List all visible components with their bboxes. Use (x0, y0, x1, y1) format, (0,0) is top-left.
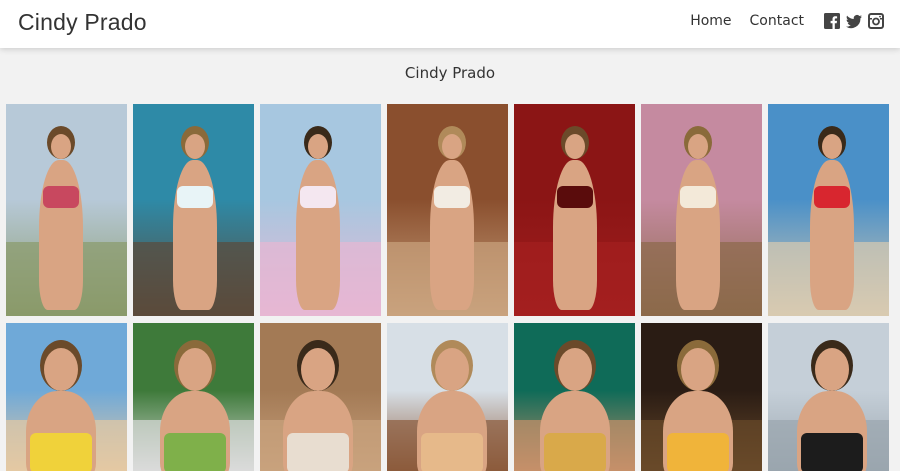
model-head (688, 134, 708, 159)
model-head (178, 348, 212, 391)
photo-row (6, 323, 889, 471)
model-head (681, 348, 715, 391)
gallery-photo[interactable] (641, 104, 762, 316)
model-outfit (421, 433, 483, 471)
model-outfit (680, 186, 716, 208)
model-outfit (667, 433, 729, 471)
twitter-icon[interactable] (846, 13, 862, 29)
model-head (565, 134, 585, 159)
model-figure (676, 160, 720, 310)
model-outfit (814, 186, 850, 208)
gallery-photo[interactable] (768, 323, 889, 471)
model-figure (173, 160, 217, 310)
model-outfit (434, 186, 470, 208)
model-outfit (300, 186, 336, 208)
model-outfit (43, 186, 79, 208)
model-figure (39, 160, 83, 310)
gallery-photo[interactable] (260, 323, 381, 471)
gallery-photo[interactable] (133, 323, 254, 471)
site-brand[interactable]: Cindy Prado (18, 9, 147, 36)
model-figure (553, 160, 597, 310)
facebook-icon[interactable] (824, 13, 840, 29)
model-head (185, 134, 205, 159)
model-head (815, 348, 849, 391)
gallery-photo[interactable] (514, 104, 635, 316)
nav-contact-link[interactable]: Contact (750, 13, 804, 29)
model-outfit (287, 433, 349, 471)
model-head (301, 348, 335, 391)
model-outfit (30, 433, 92, 471)
gallery-photo[interactable] (387, 104, 508, 316)
gallery-photo[interactable] (641, 323, 762, 471)
gallery-photo[interactable] (6, 104, 127, 316)
photo-row (6, 104, 889, 316)
gallery-photo[interactable] (133, 104, 254, 316)
model-outfit (544, 433, 606, 471)
top-navbar: Cindy Prado Home Contact (0, 0, 900, 48)
gallery-photo[interactable] (514, 323, 635, 471)
model-head (435, 348, 469, 391)
model-head (44, 348, 78, 391)
model-figure (810, 160, 854, 310)
gallery-photo[interactable] (260, 104, 381, 316)
model-outfit (164, 433, 226, 471)
gallery-title: Cindy Prado (404, 64, 496, 82)
model-head (558, 348, 592, 391)
model-figure (430, 160, 474, 310)
model-head (822, 134, 842, 159)
instagram-icon[interactable] (868, 13, 884, 29)
nav-home-link[interactable]: Home (690, 13, 731, 29)
model-outfit (177, 186, 213, 208)
gallery-photo[interactable] (768, 104, 889, 316)
model-figure (296, 160, 340, 310)
gallery-photo[interactable] (387, 323, 508, 471)
model-head (308, 134, 328, 159)
model-outfit (801, 433, 863, 471)
model-outfit (557, 186, 593, 208)
gallery-photo[interactable] (6, 323, 127, 471)
model-head (442, 134, 462, 159)
model-head (51, 134, 71, 159)
nav-menu: Home Contact (690, 13, 884, 29)
